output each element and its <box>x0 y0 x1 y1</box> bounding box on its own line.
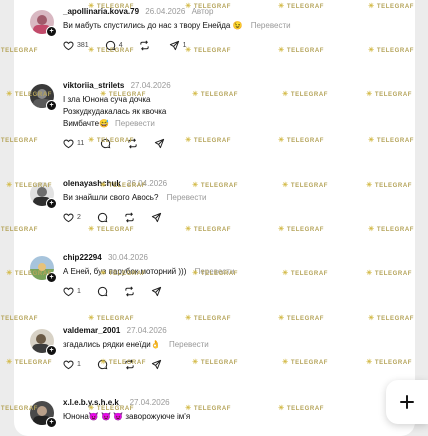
translate-link[interactable]: Перевести <box>195 267 235 276</box>
share-button[interactable]: 1 <box>169 40 187 51</box>
repost-button[interactable] <box>124 286 135 297</box>
comment-date: 27.04.2026 <box>130 81 171 90</box>
avatar[interactable]: + <box>30 329 57 356</box>
comment-bubble-icon <box>97 286 108 296</box>
reply-button[interactable]: 4 <box>105 40 123 51</box>
repost-button[interactable] <box>139 40 153 51</box>
comment-actions: 381 4 1 <box>63 39 393 51</box>
comment-text: Юнона😈 😈 😈 заворожуюче ім'я <box>63 411 393 423</box>
comment-date: 26.04.2026 <box>145 7 186 16</box>
reply-button[interactable] <box>97 359 108 370</box>
like-button[interactable]: 2 <box>63 212 81 223</box>
comment-actions: 11 <box>63 137 393 149</box>
share-button[interactable] <box>151 359 162 370</box>
comment-line: А Еней, був парубок моторний ))) <box>63 267 187 276</box>
heart-icon <box>63 139 74 148</box>
comment-text: Ви мабуть спустились до нас з твору Еней… <box>63 20 393 32</box>
repost-button[interactable] <box>124 212 135 223</box>
comment-text: А Еней, був парубок моторний ))) Перевес… <box>63 266 393 278</box>
translate-link[interactable]: Перевести <box>169 340 209 349</box>
reply-button[interactable] <box>100 138 111 149</box>
compose-button[interactable] <box>386 380 428 424</box>
avatar[interactable]: + <box>30 182 57 209</box>
heart-icon <box>63 213 74 222</box>
follow-plus-icon[interactable]: + <box>46 272 57 283</box>
share-count: 1 <box>182 41 187 49</box>
comment-line: Ви мабуть спустились до нас з твору Еней… <box>63 21 243 30</box>
comment-line: І зла Юнона суча дочка <box>63 95 151 104</box>
comments-feed: + _apollinaria.kova.79 26.04.2026 Автор … <box>14 0 415 436</box>
heart-icon <box>63 360 74 369</box>
translate-link[interactable]: Перевести <box>251 21 291 30</box>
avatar[interactable]: + <box>30 84 57 111</box>
like-count: 11 <box>77 139 85 147</box>
comment-username[interactable]: olenayashchuk <box>63 179 121 188</box>
comment-date: 26.04.2026 <box>127 179 168 188</box>
avatar[interactable]: + <box>30 10 57 37</box>
comment-bubble-icon <box>101 138 111 148</box>
follow-plus-icon[interactable]: + <box>46 345 57 356</box>
repost-button[interactable] <box>124 359 135 370</box>
author-badge: Автор <box>191 7 214 16</box>
heart-icon <box>63 287 74 296</box>
comment-line: Юнона😈 😈 😈 заворожуюче ім'я <box>63 412 191 421</box>
send-icon <box>155 138 165 148</box>
send-icon <box>151 286 162 296</box>
comment-date: 30.04.2026 <box>107 253 148 262</box>
repost-icon <box>125 359 134 369</box>
like-count: 381 <box>77 41 89 49</box>
comment-line: Розкудкудакалась як квочка <box>63 107 167 116</box>
follow-plus-icon[interactable]: + <box>46 417 57 428</box>
comment-text: згадались рядки енеїди👌 Перевести <box>63 339 393 351</box>
like-button[interactable]: 1 <box>63 359 81 370</box>
comment-text: І зла Юнона суча дочка Розкудкудакалась … <box>63 94 393 130</box>
comment-actions: 1 <box>63 358 393 370</box>
heart-icon <box>63 41 74 50</box>
send-icon <box>151 359 162 369</box>
follow-plus-icon[interactable]: + <box>46 198 57 209</box>
comment-date: 27.04.2026 <box>129 398 170 407</box>
comment-date: 27.04.2026 <box>126 326 167 335</box>
like-button[interactable]: 11 <box>63 138 84 149</box>
comment-actions: 1 <box>63 285 393 297</box>
repost-icon <box>125 212 134 222</box>
comment-line: Ви знайшли свого Авось? <box>63 193 159 202</box>
comment-bubble-icon <box>97 212 108 222</box>
repost-icon <box>128 138 137 148</box>
share-button[interactable] <box>151 212 162 223</box>
follow-plus-icon[interactable]: + <box>46 26 57 37</box>
comment-bubble-icon <box>105 40 116 50</box>
share-button[interactable] <box>154 138 165 149</box>
like-count: 1 <box>77 360 81 368</box>
comment-username[interactable]: _apollinaria.kova.79 <box>63 7 139 16</box>
comment-username[interactable]: x.l.e.b.y.s.h.e.k_ <box>63 398 123 407</box>
avatar[interactable]: + <box>30 401 57 428</box>
comment-line: згадались рядки енеїди👌 <box>63 340 161 349</box>
comment-text: Ви знайшли свого Авось? Перевести <box>63 192 393 204</box>
send-icon <box>169 40 179 50</box>
comment-username[interactable]: valdemar_2001 <box>63 326 120 335</box>
comment-line: Вимбачте😅 <box>63 119 110 128</box>
comment-username[interactable]: viktoriia_strilets <box>63 81 124 90</box>
like-count: 1 <box>77 287 81 295</box>
plus-icon <box>400 395 414 409</box>
like-button[interactable]: 1 <box>63 286 81 297</box>
reply-button[interactable] <box>97 212 108 223</box>
like-count: 2 <box>77 213 81 221</box>
like-button[interactable]: 381 <box>63 40 89 51</box>
share-button[interactable] <box>151 286 162 297</box>
reply-button[interactable] <box>97 286 108 297</box>
repost-icon <box>125 286 134 296</box>
comment-username[interactable]: chip22294 <box>63 253 102 262</box>
repost-icon <box>139 40 149 50</box>
translate-link[interactable]: Перевести <box>115 119 155 128</box>
send-icon <box>151 212 162 222</box>
translate-link[interactable]: Перевести <box>167 193 207 202</box>
avatar[interactable]: + <box>30 256 57 283</box>
repost-button[interactable] <box>127 138 138 149</box>
reply-count: 4 <box>118 41 123 49</box>
follow-plus-icon[interactable]: + <box>46 100 57 111</box>
comment-actions: 2 <box>63 211 393 223</box>
comment-bubble-icon <box>97 359 108 369</box>
